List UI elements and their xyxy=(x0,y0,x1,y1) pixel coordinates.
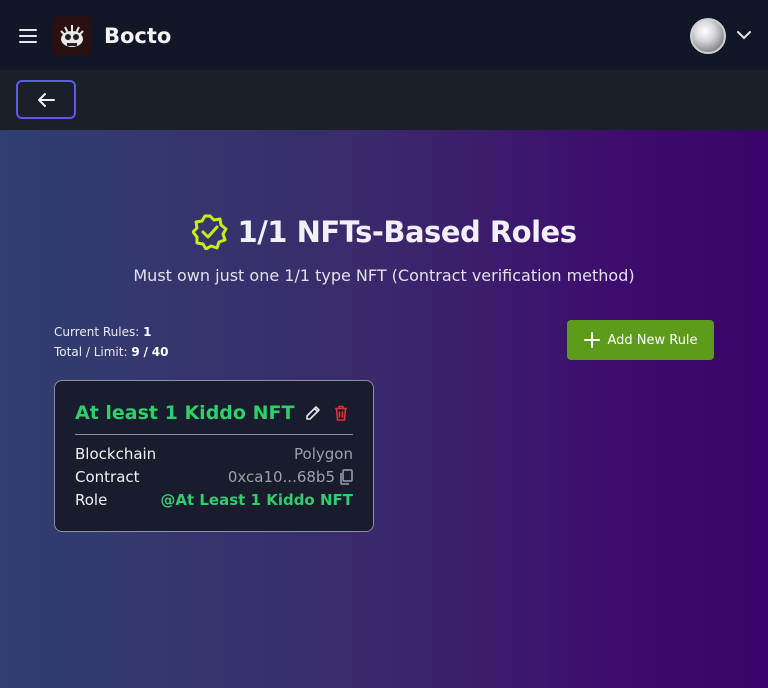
blockchain-label: Blockchain xyxy=(75,445,157,463)
hamburger-menu-icon[interactable] xyxy=(18,27,38,45)
total-value: 9 xyxy=(131,345,140,359)
plus-icon xyxy=(584,332,601,348)
current-rules-label: Current Rules: xyxy=(54,325,140,339)
rules-stats: Current Rules: 1 Total / Limit: 9 / 40 xyxy=(54,322,168,362)
app-logo[interactable] xyxy=(52,16,92,56)
current-rules-value: 1 xyxy=(143,325,152,339)
page-title: 1/1 NFTs-Based Roles xyxy=(237,215,577,249)
add-new-rule-label: Add New Rule xyxy=(607,332,698,348)
role-row: Role @At Least 1 Kiddo NFT xyxy=(75,489,353,511)
blockchain-value: Polygon xyxy=(294,445,353,463)
total-limit-line: Total / Limit: 9 / 40 xyxy=(54,342,168,362)
add-new-rule-button[interactable]: Add New Rule xyxy=(567,320,714,360)
user-avatar[interactable] xyxy=(690,18,726,54)
limit-value: 40 xyxy=(151,345,169,359)
role-label: Role xyxy=(75,491,108,509)
page-subtitle: Must own just one 1/1 type NFT (Contract… xyxy=(133,266,635,285)
contract-row: Contract 0xca10...68b5 xyxy=(75,466,353,488)
edit-pencil-icon[interactable] xyxy=(304,404,322,422)
back-button[interactable] xyxy=(16,80,76,119)
arrow-left-icon xyxy=(38,92,55,107)
current-rules-line: Current Rules: 1 xyxy=(54,322,168,342)
contract-value-wrap: 0xca10...68b5 xyxy=(228,468,353,486)
rule-title: At least 1 Kiddo NFT xyxy=(75,402,295,424)
navigation-subbar xyxy=(0,70,768,130)
blockchain-row: Blockchain Polygon xyxy=(75,443,353,465)
limit-separator: / xyxy=(143,345,148,359)
card-divider xyxy=(75,434,353,435)
role-value[interactable]: @At Least 1 Kiddo NFT xyxy=(160,491,353,509)
page-heading: 1/1 NFTs-Based Roles xyxy=(0,214,768,250)
main-content: 1/1 NFTs-Based Roles Must own just one 1… xyxy=(0,130,768,688)
total-limit-label: Total / Limit: xyxy=(54,345,128,359)
rule-card: At least 1 Kiddo NFT Blockchain Polygon … xyxy=(54,380,374,532)
contract-label: Contract xyxy=(75,468,140,486)
copy-icon[interactable] xyxy=(339,469,353,485)
top-app-bar: Bocto xyxy=(0,0,768,70)
delete-trash-icon[interactable] xyxy=(332,404,350,422)
app-title: Bocto xyxy=(104,24,172,48)
chevron-down-icon[interactable] xyxy=(735,28,753,42)
verified-badge-icon xyxy=(191,214,228,250)
contract-value: 0xca10...68b5 xyxy=(227,468,335,486)
